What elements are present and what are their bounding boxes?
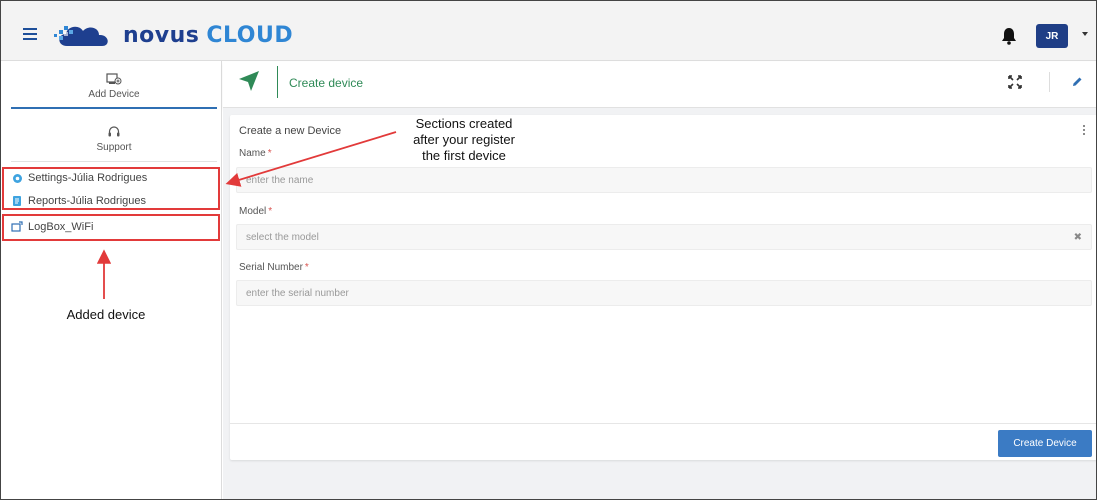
form-footer-divider xyxy=(230,423,1096,424)
more-options-icon[interactable] xyxy=(1083,125,1086,137)
annotation-device-box xyxy=(2,214,220,241)
annotation-line: after your register xyxy=(413,132,515,147)
brand-logo[interactable]: novus CLOUD xyxy=(53,20,293,50)
cloud-logo-icon xyxy=(54,26,108,46)
pencil-icon[interactable] xyxy=(1071,76,1083,88)
app-window: novus CLOUD JR Add Device Support Settin… xyxy=(0,0,1097,500)
navigation-arrow-icon xyxy=(239,71,259,91)
bell-icon[interactable] xyxy=(1001,27,1017,45)
header-separator xyxy=(1049,72,1050,92)
model-label-text: Model xyxy=(239,206,267,217)
name-placeholder: enter the name xyxy=(246,174,314,186)
sidebar-add-device[interactable]: Add Device xyxy=(11,63,217,109)
model-select[interactable]: select the model ✖ xyxy=(236,224,1092,250)
page-header: Create device xyxy=(223,62,1096,108)
serial-number-field[interactable]: enter the serial number xyxy=(236,280,1092,306)
annotation-line: the first device xyxy=(422,148,506,163)
annotation-added-device-note: Added device xyxy=(66,307,146,322)
annotation-sections-note: Sections created after your register the… xyxy=(389,116,539,164)
sidebar-support[interactable]: Support xyxy=(11,116,217,162)
create-device-form: Create a new Device Name * enter the name… xyxy=(230,115,1096,460)
form-title: Create a new Device xyxy=(239,125,342,137)
clear-icon[interactable]: ✖ xyxy=(1074,232,1082,243)
annotation-sections-box xyxy=(2,167,220,210)
name-field[interactable]: enter the name xyxy=(236,167,1092,193)
sidebar-add-device-label: Add Device xyxy=(88,88,140,100)
serial-label: Serial Number * xyxy=(239,262,309,273)
sidebar: Add Device Support Settings-Júlia Rodrig… xyxy=(1,61,222,499)
header-divider xyxy=(277,66,278,98)
menu-icon[interactable] xyxy=(23,28,37,43)
brand-name-part1: novus xyxy=(123,22,200,48)
page-title: Create device xyxy=(289,76,364,90)
add-device-icon xyxy=(106,71,122,87)
brand-name-part2: CLOUD xyxy=(206,22,294,48)
sidebar-support-label: Support xyxy=(96,142,132,153)
serial-placeholder: enter the serial number xyxy=(246,287,349,299)
serial-label-text: Serial Number xyxy=(239,262,303,273)
top-bar: novus CLOUD JR xyxy=(1,1,1096,61)
required-mark: * xyxy=(268,206,273,217)
model-placeholder: select the model xyxy=(246,231,319,243)
model-label: Model * xyxy=(239,206,272,217)
expand-icon[interactable] xyxy=(1008,75,1022,89)
required-mark: * xyxy=(304,262,309,273)
annotation-line: Sections created xyxy=(415,116,513,131)
name-label-text: Name xyxy=(239,148,266,159)
user-avatar[interactable]: JR xyxy=(1036,24,1068,48)
name-label: Name * xyxy=(239,148,272,159)
create-device-button[interactable]: Create Device xyxy=(998,430,1092,457)
headset-icon xyxy=(107,124,121,140)
chevron-down-icon[interactable] xyxy=(1082,32,1088,36)
required-mark: * xyxy=(267,148,272,159)
